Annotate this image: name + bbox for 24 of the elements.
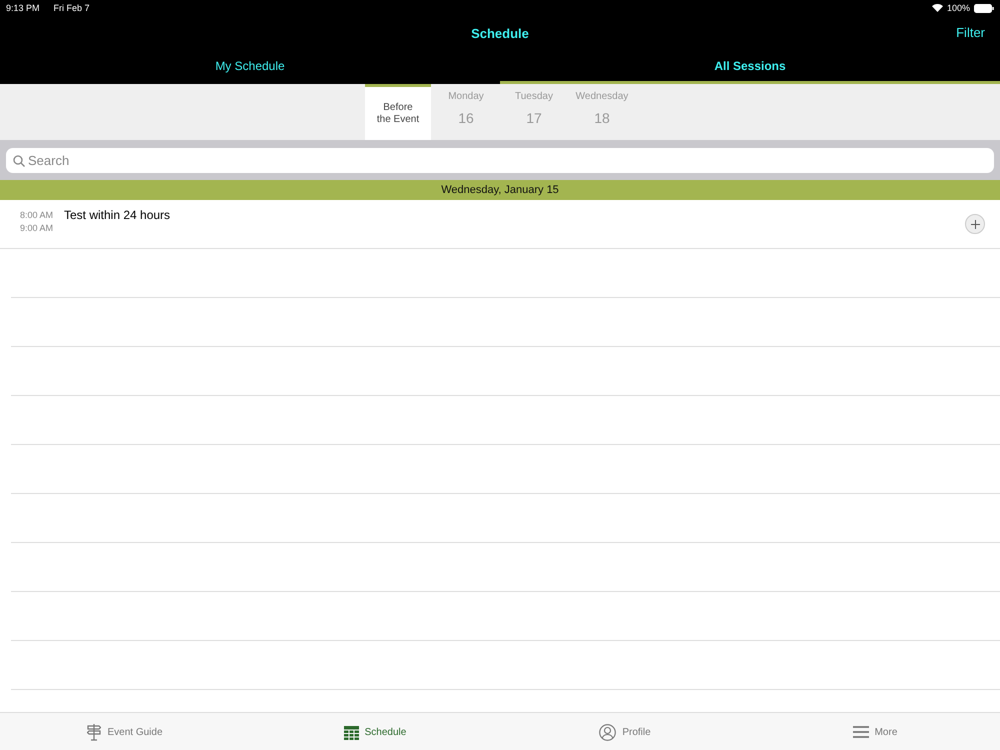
wifi-icon bbox=[932, 4, 943, 12]
menu-icon bbox=[852, 726, 869, 738]
battery-percent: 100% bbox=[946, 3, 970, 13]
screen-title: Schedule bbox=[471, 26, 529, 40]
signpost-icon bbox=[87, 723, 102, 741]
section-header: Wednesday, January 15 bbox=[0, 180, 1000, 200]
search-field[interactable]: Search bbox=[6, 148, 994, 173]
session-title[interactable]: Test within 24 hours bbox=[64, 200, 965, 222]
start-time: 8:00 AM bbox=[20, 210, 54, 220]
status-time: 9:13 PM bbox=[6, 3, 40, 13]
add-button[interactable] bbox=[965, 214, 985, 234]
plus-icon bbox=[970, 220, 980, 228]
filter-button[interactable]: Filter bbox=[956, 25, 985, 40]
segment-tab[interactable]: My Schedule bbox=[0, 50, 500, 84]
day-tab[interactable]: Before the Event bbox=[365, 84, 431, 140]
battery-icon bbox=[974, 4, 994, 12]
end-time: 9:00 AM bbox=[20, 223, 54, 233]
person-icon bbox=[599, 724, 616, 740]
tab-bar-item[interactable]: Profile bbox=[599, 724, 651, 740]
tab-bar-item[interactable]: Event Guide bbox=[87, 723, 163, 741]
status-date: Fri Feb 7 bbox=[54, 3, 90, 13]
calendar-icon bbox=[344, 724, 359, 740]
tab-bar-item[interactable]: More bbox=[852, 726, 898, 738]
tab-bar-item[interactable]: Schedule bbox=[344, 724, 406, 740]
